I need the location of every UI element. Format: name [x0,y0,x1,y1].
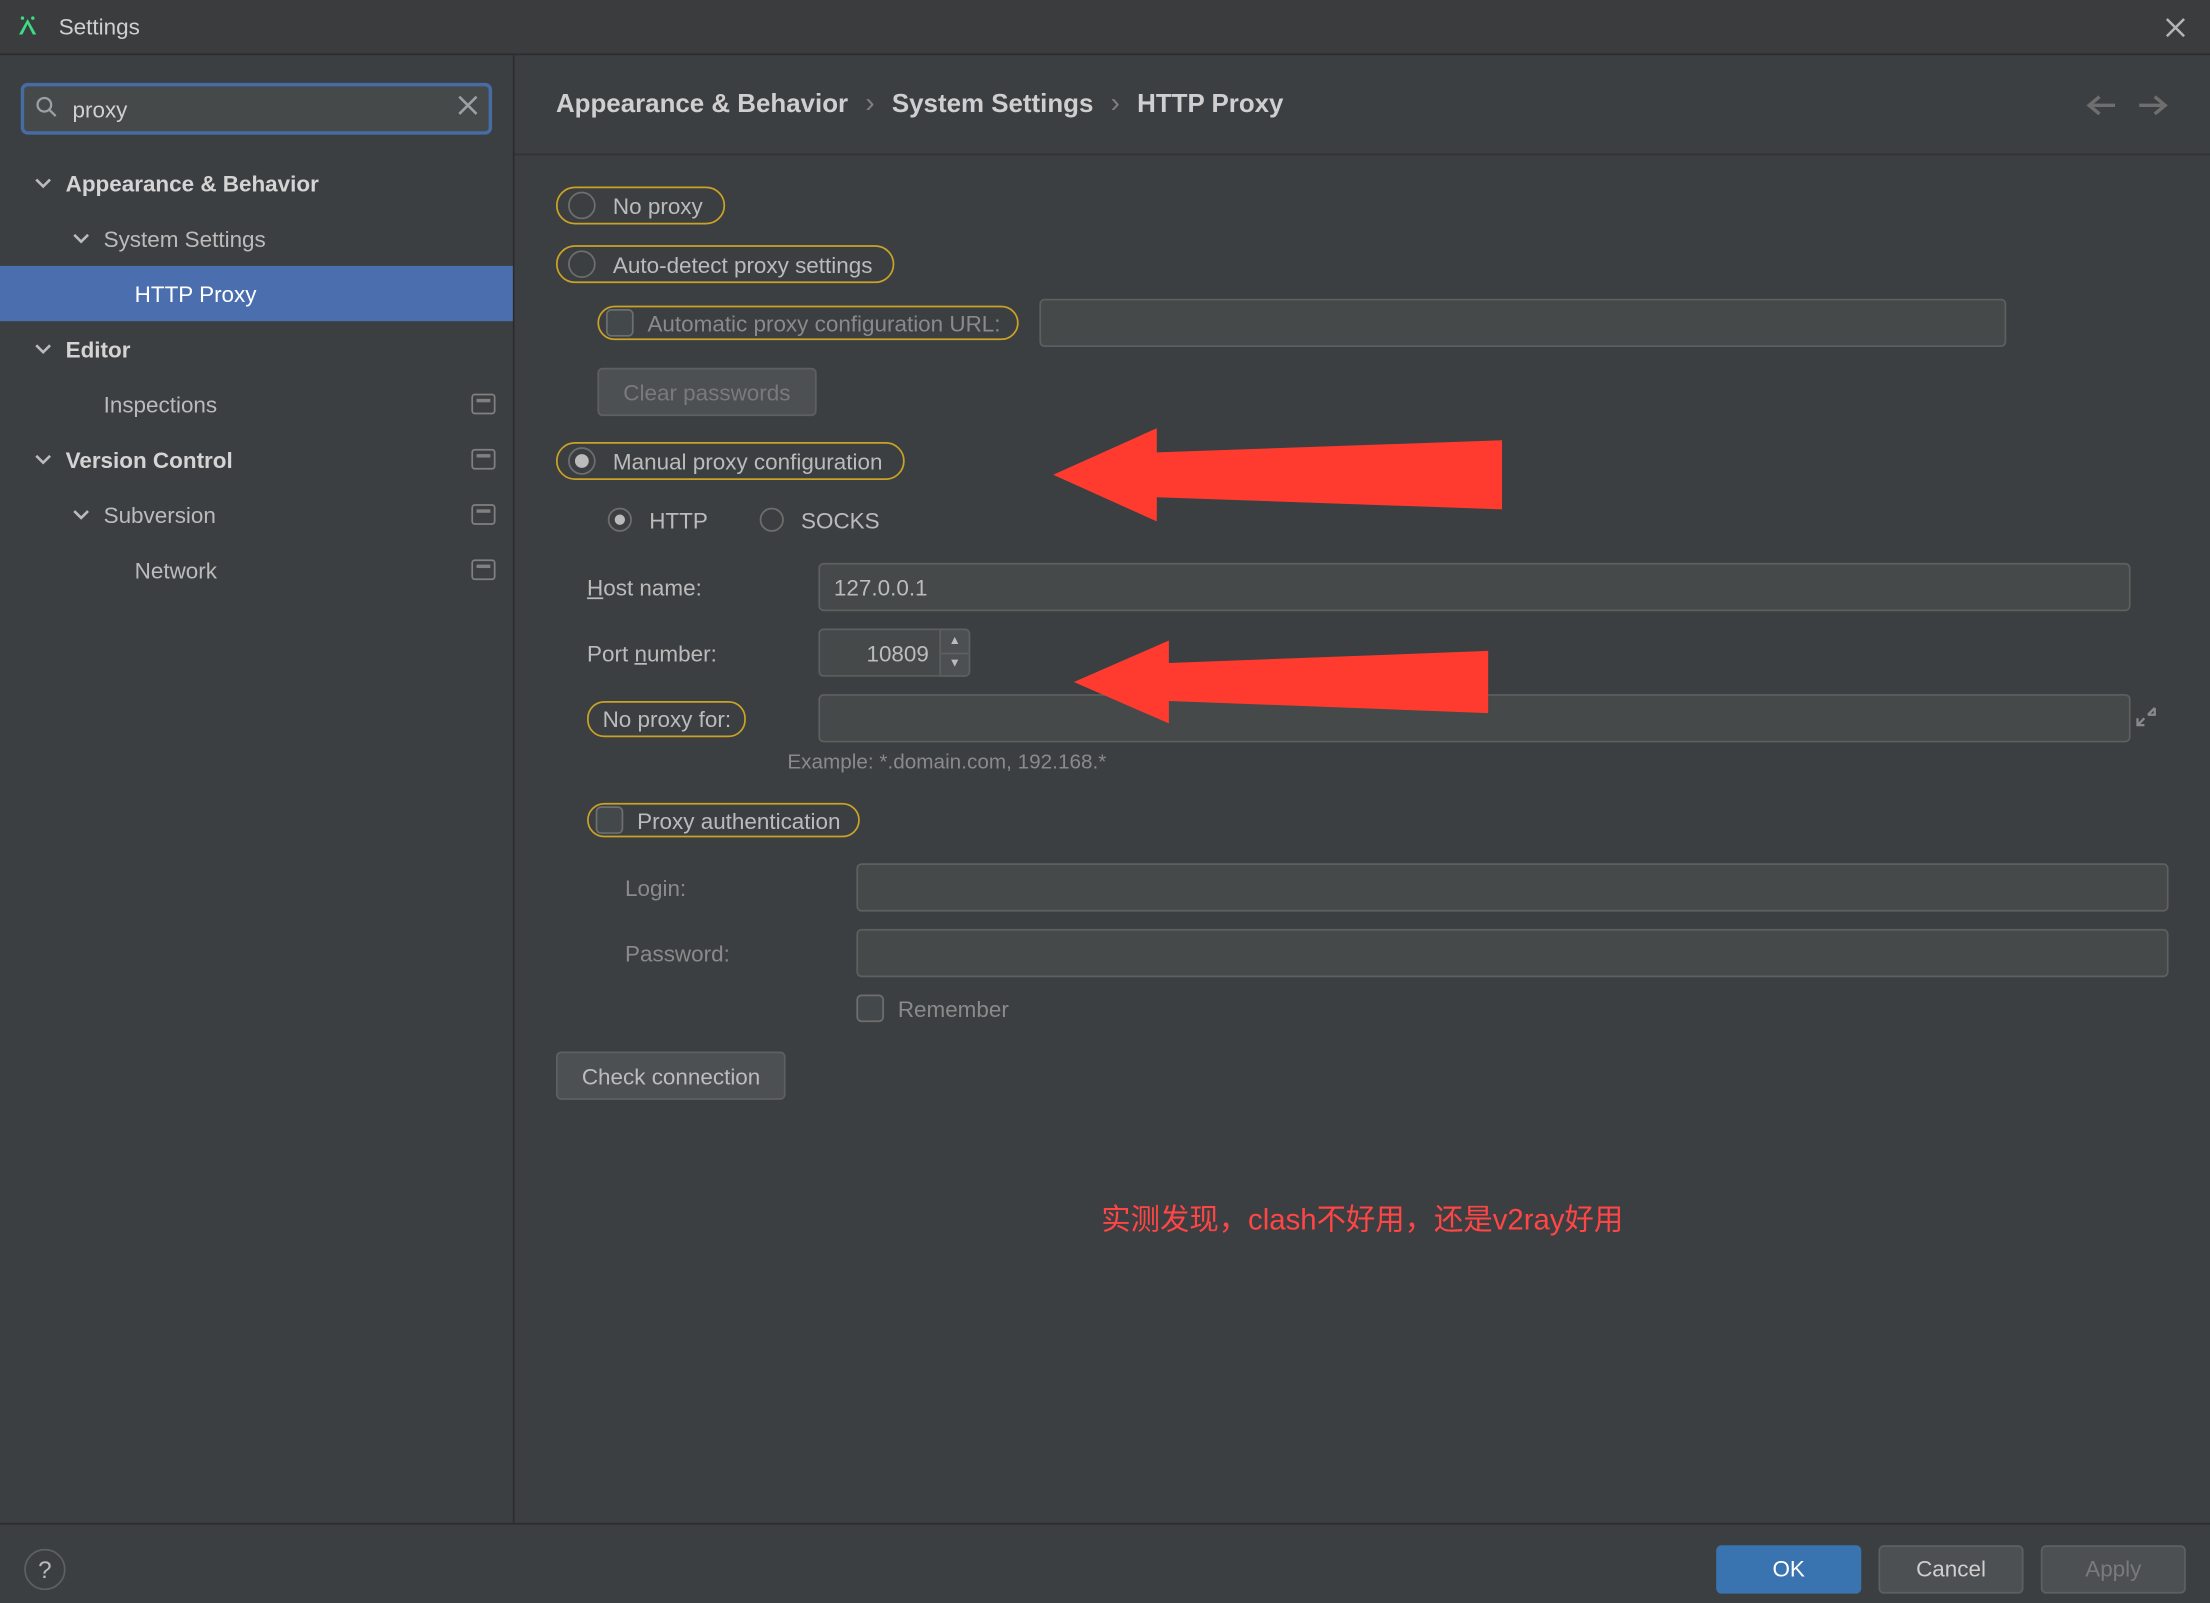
close-icon[interactable] [2155,9,2196,44]
no-proxy-example: Example: *.domain.com, 192.168.* [787,749,2168,773]
tree-label: Version Control [66,446,233,472]
host-name-input[interactable] [818,563,2130,611]
breadcrumb: Appearance & Behavior › System Settings … [515,55,2210,155]
search-icon [35,95,59,119]
settings-search-input[interactable] [21,83,492,135]
chevron-down-icon [35,340,59,357]
radio-http[interactable]: HTTP [608,507,708,533]
help-button[interactable]: ? [24,1548,65,1589]
crumb-appearance[interactable]: Appearance & Behavior [556,90,848,119]
checkbox-icon [606,309,634,337]
radio-icon [568,192,596,220]
window-title: Settings [59,14,2155,40]
project-scope-icon [471,559,495,580]
tree-http-proxy[interactable]: HTTP Proxy [0,266,513,321]
project-scope-icon [471,504,495,525]
radio-icon [608,508,632,532]
tree-network[interactable]: Network [0,542,513,597]
chevron-down-icon [73,506,97,523]
crumb-system-settings[interactable]: System Settings [892,90,1094,119]
annotation-note: 实测发现，clash不好用，还是v2ray好用 [556,1195,2169,1238]
password-label: Password: [625,940,832,966]
port-number-input[interactable]: ▲ ▼ [818,628,970,676]
project-scope-icon [471,449,495,470]
chevron-down-icon [35,451,59,468]
tree-system-settings[interactable]: System Settings [0,211,513,266]
tree-inspections[interactable]: Inspections [0,376,513,431]
checkbox-icon [856,995,884,1023]
chevron-right-icon: › [865,89,874,120]
spinner-up-icon[interactable]: ▲ [941,630,969,653]
auto-config-url-input [1040,299,2007,347]
no-proxy-for-input[interactable] [818,694,2130,742]
checkbox-auto-config-url[interactable]: Automatic proxy configuration URL: [597,306,1019,341]
login-label: Login: [625,875,832,901]
proxy-form: No proxy Auto-detect proxy settings Auto… [515,155,2210,1522]
tree-label: Subversion [104,502,216,528]
port-number-field[interactable] [818,628,939,676]
radio-label: No proxy [613,193,703,219]
crumb-http-proxy: HTTP Proxy [1137,90,1283,119]
radio-socks[interactable]: SOCKS [760,507,880,533]
android-studio-icon [14,13,42,41]
nav-back-icon[interactable] [2086,92,2117,116]
settings-tree: Appearance & Behavior System Settings HT… [0,155,513,597]
tree-label: System Settings [104,225,266,251]
tree-label: Editor [66,336,131,362]
checkbox-label: Automatic proxy configuration URL: [647,310,1000,336]
radio-icon [760,508,784,532]
expand-icon[interactable] [2134,704,2158,728]
tree-label: HTTP Proxy [135,281,257,307]
port-number-label: Port number:Port number: [587,640,794,666]
tree-label: Inspections [104,391,218,417]
chevron-down-icon [35,174,59,191]
sidebar: Appearance & Behavior System Settings HT… [0,55,515,1523]
check-connection-button[interactable]: Check connection [556,1051,786,1099]
dialog-footer: ? OK Cancel Apply [0,1523,2210,1603]
tree-version-control[interactable]: Version Control [0,432,513,487]
spinner-down-icon[interactable]: ▼ [941,654,969,676]
titlebar: Settings [0,0,2210,55]
radio-label: HTTP [649,507,708,533]
radio-label: Auto-detect proxy settings [613,251,873,277]
password-input [856,929,2168,977]
chevron-right-icon: › [1111,89,1120,120]
radio-no-proxy[interactable]: No proxy [556,186,725,224]
radio-icon [568,447,596,475]
tree-editor[interactable]: Editor [0,321,513,376]
project-scope-icon [471,394,495,415]
nav-forward-icon[interactable] [2137,92,2168,116]
ok-button[interactable]: OK [1716,1544,1861,1592]
radio-label: Manual proxy configuration [613,448,883,474]
radio-label: SOCKS [801,507,880,533]
tree-appearance-behavior[interactable]: Appearance & Behavior [0,155,513,210]
radio-icon [568,250,596,278]
chevron-down-icon [73,230,97,247]
clear-search-icon[interactable] [458,95,479,116]
cancel-button[interactable]: Cancel [1879,1544,2024,1592]
checkbox-label: Remember [898,995,1009,1021]
tree-subversion[interactable]: Subversion [0,487,513,542]
checkbox-label: Proxy authentication [637,807,840,833]
radio-manual-proxy[interactable]: Manual proxy configuration [556,442,905,480]
checkbox-proxy-auth[interactable]: Proxy authentication [587,803,859,838]
radio-auto-detect[interactable]: Auto-detect proxy settings [556,245,895,283]
tree-label: Network [135,557,217,583]
apply-button[interactable]: Apply [2041,1544,2186,1592]
clear-passwords-button[interactable]: Clear passwords [597,368,816,416]
host-name-label: HHost name:ost name: [587,574,794,600]
checkbox-icon [596,806,624,834]
checkbox-remember[interactable]: Remember [856,995,2168,1023]
tree-label: Appearance & Behavior [66,170,319,196]
login-input [856,863,2168,911]
no-proxy-for-label: No proxy for: [587,700,747,736]
